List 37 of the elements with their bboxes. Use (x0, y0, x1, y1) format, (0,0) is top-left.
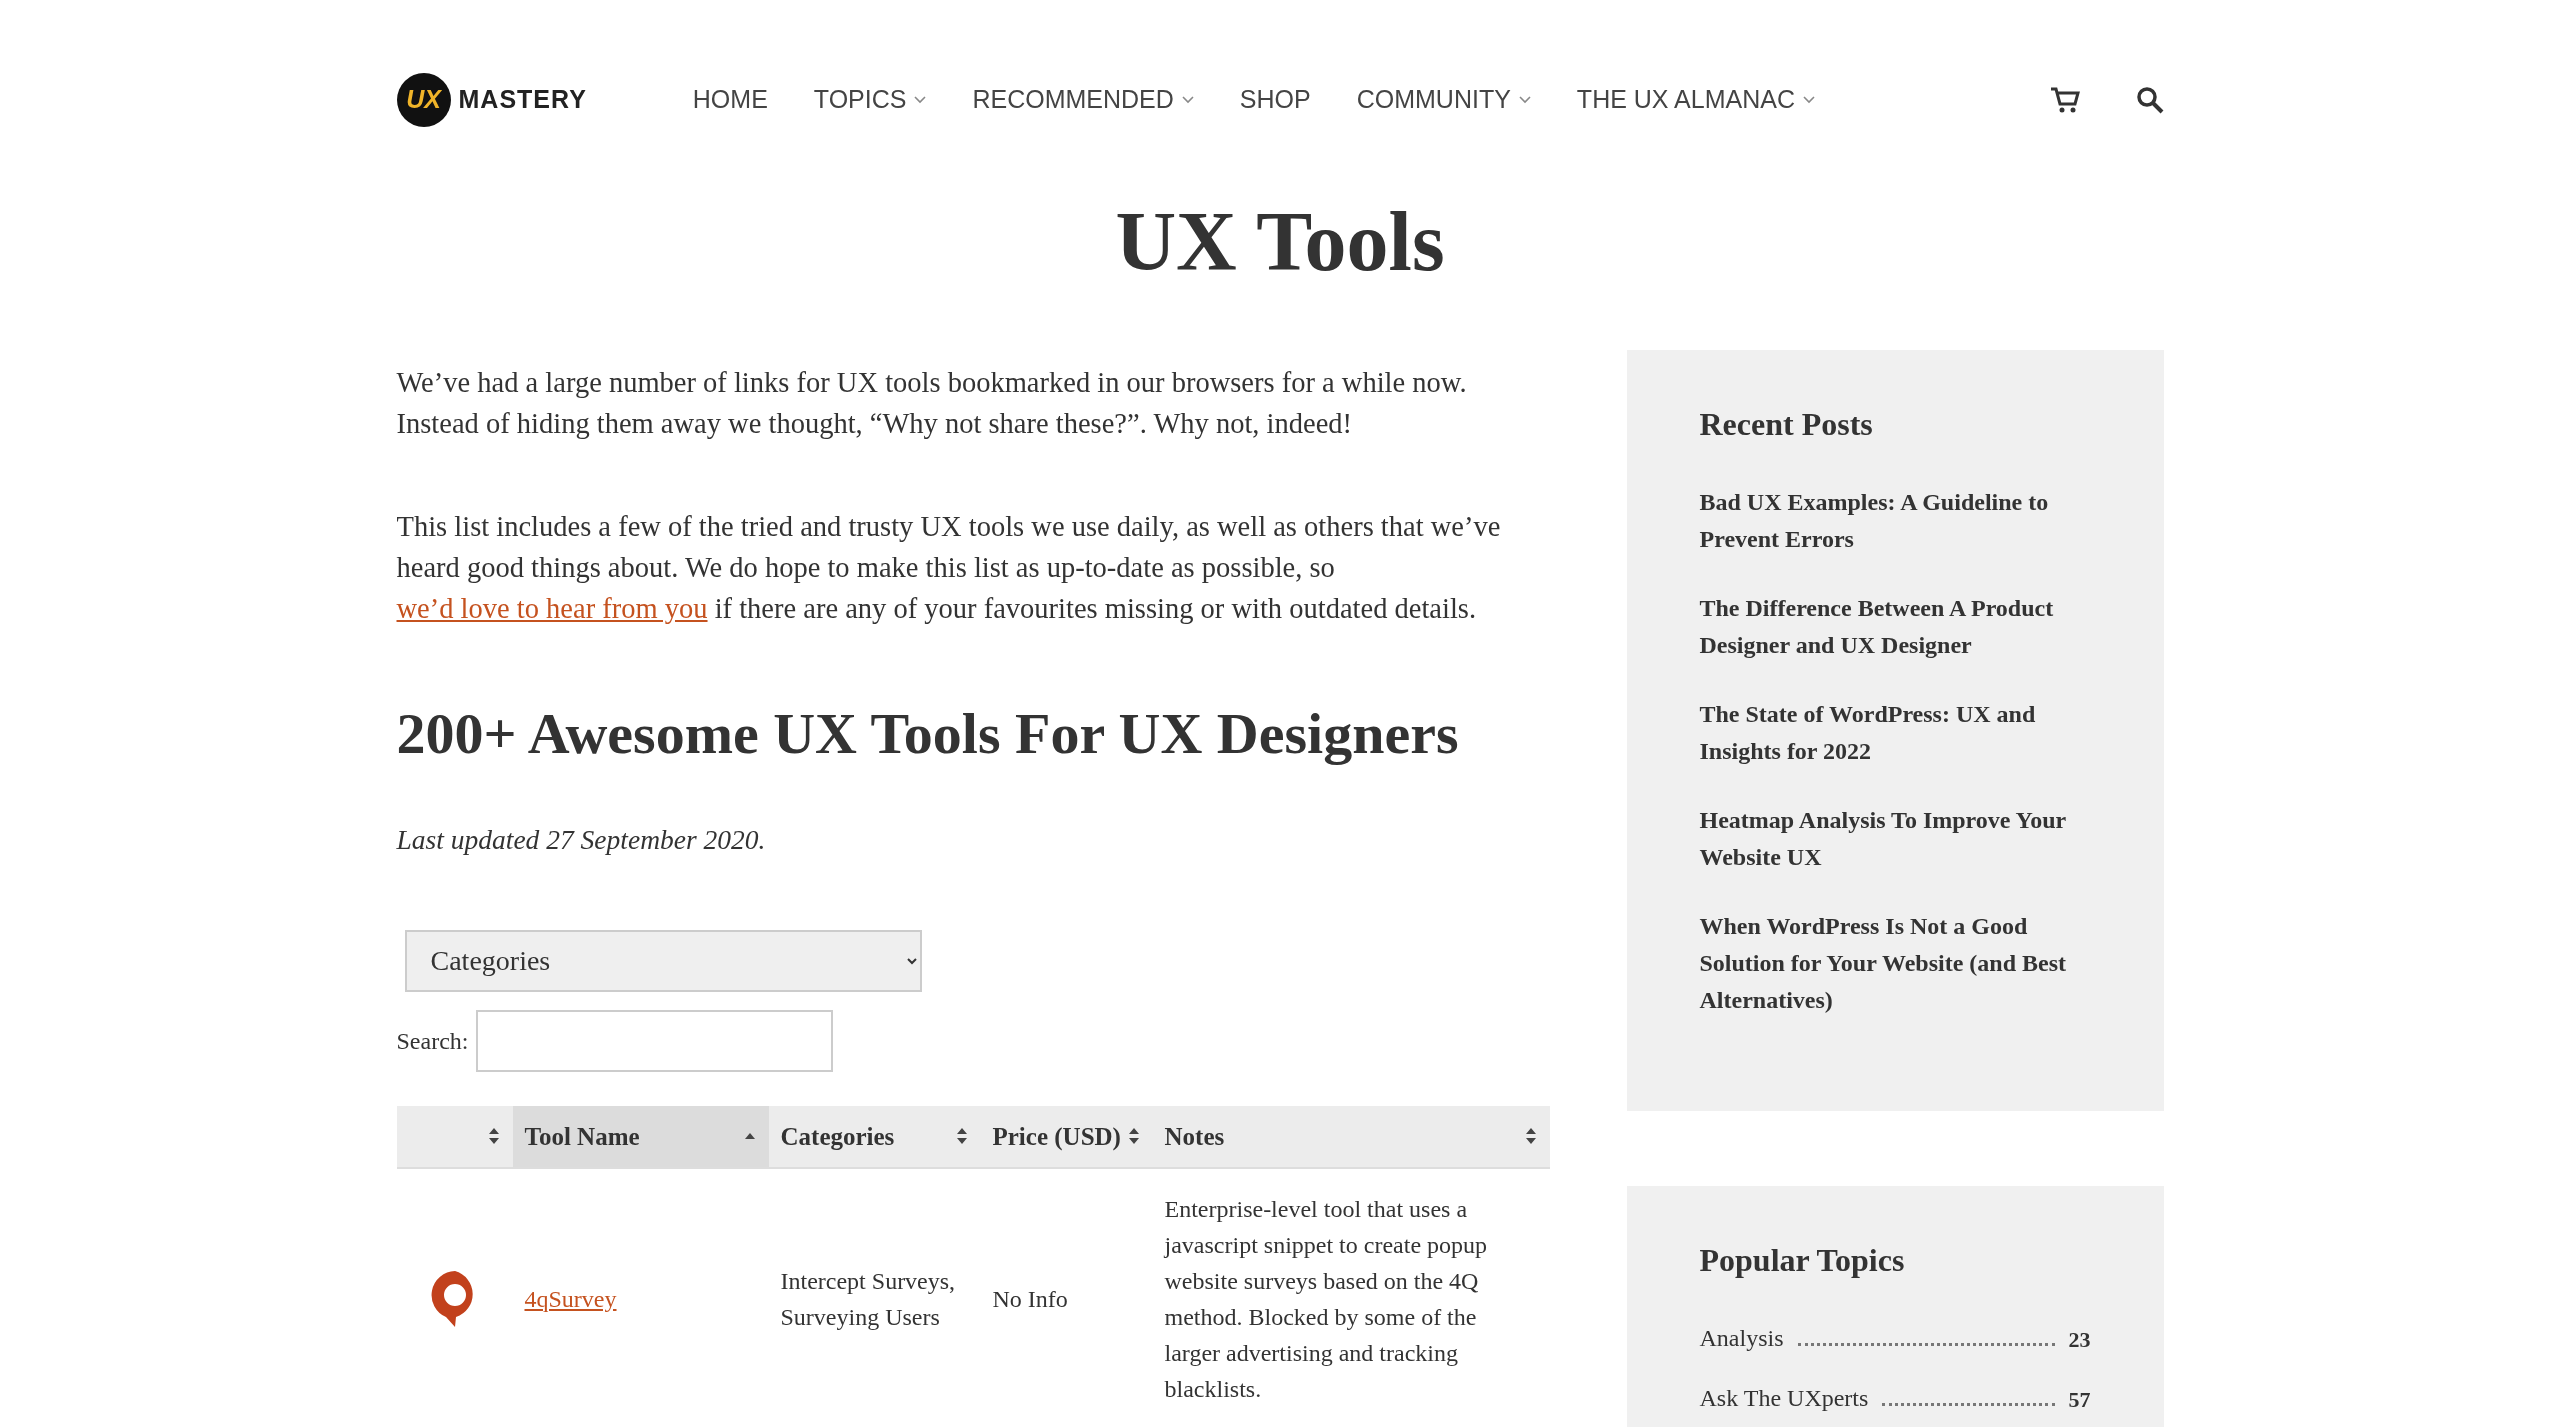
post-link[interactable]: Heatmap Analysis To Improve Your Website UX (1699, 802, 2091, 876)
search-field[interactable] (476, 1009, 834, 1072)
tool-link[interactable]: 4qSurvey (524, 1285, 617, 1312)
section-heading: 200+ Awesome UX Tools For UX Designers (396, 700, 1460, 768)
column-header[interactable]: Notes (1152, 1105, 1550, 1168)
nav-link[interactable]: HOME (692, 81, 768, 119)
intro-paragraph: This list includes a few of the tried and trusty UX tools we use daily, as well as others that we’ve heard good things about. We do hope to make this list as up-to-date as possible, so we’d love to hear from you if there are any of your favourites missing or with outdated details. (396, 510, 1502, 626)
post-link[interactable]: The State of WordPress: UX and Insights for 2022 (1699, 696, 2091, 770)
table-cell: No Info (980, 1167, 1153, 1427)
post-link[interactable]: When WordPress Is Not a Good Solution for Your Website (and Best Alternatives) (1699, 908, 2091, 1019)
intro-paragraph: We’ve had a large number of links for UX tools bookmarked in our browsers for a while now. Instead of hiding them away we thought, “Why not share these?”. Why not, indeed! (396, 366, 1468, 441)
table-cell: Intercept Surveys, Surveying Users (768, 1167, 981, 1427)
post-link[interactable]: The Difference Between A Product Designer and UX Designer (1699, 590, 2091, 664)
nav-link[interactable]: THE UX ALMANAC (1576, 81, 1815, 119)
last-updated-text: Last updated 27 September 2020. (396, 822, 767, 857)
topic-link[interactable]: Analysis (1699, 1320, 1784, 1356)
cart-icon[interactable] (2049, 86, 2080, 114)
search-label: Search: (396, 1026, 469, 1056)
topic-count: 57 (2068, 1386, 2091, 1414)
nav-link[interactable]: COMMUNITY (1356, 81, 1531, 119)
widget-title: Recent Posts (1699, 405, 1874, 444)
widget-title: Popular Topics (1699, 1241, 1906, 1280)
nav-link[interactable]: RECOMMENDED (972, 81, 1194, 119)
column-header[interactable]: Price (USD) (980, 1105, 1153, 1168)
column-header[interactable]: Tool Name (512, 1105, 769, 1168)
post-link[interactable]: Bad UX Examples: A Guideline to Prevent Errors (1699, 484, 2091, 558)
category-dropdown[interactable]: Categories (404, 929, 922, 992)
topic-count: 23 (2068, 1326, 2091, 1354)
site-logo[interactable]: UX MASTERY (396, 73, 587, 127)
topic-link[interactable]: Ask The UXperts (1699, 1380, 1869, 1416)
nav-link[interactable]: SHOP (1239, 81, 1311, 119)
contact-link[interactable]: we’d love to hear from you (396, 593, 708, 624)
page-title: UX Tools (1114, 200, 1446, 284)
search-icon[interactable] (2135, 86, 2164, 114)
column-header[interactable]: Categories (768, 1105, 981, 1168)
table-cell: Enterprise-level tool that uses a javascript snippet to create popup website surveys based on the 4Q method. Blocked by some of the larger advertising and tracking blacklists. (1152, 1167, 1550, 1427)
nav-link[interactable]: TOPICS (813, 81, 927, 119)
